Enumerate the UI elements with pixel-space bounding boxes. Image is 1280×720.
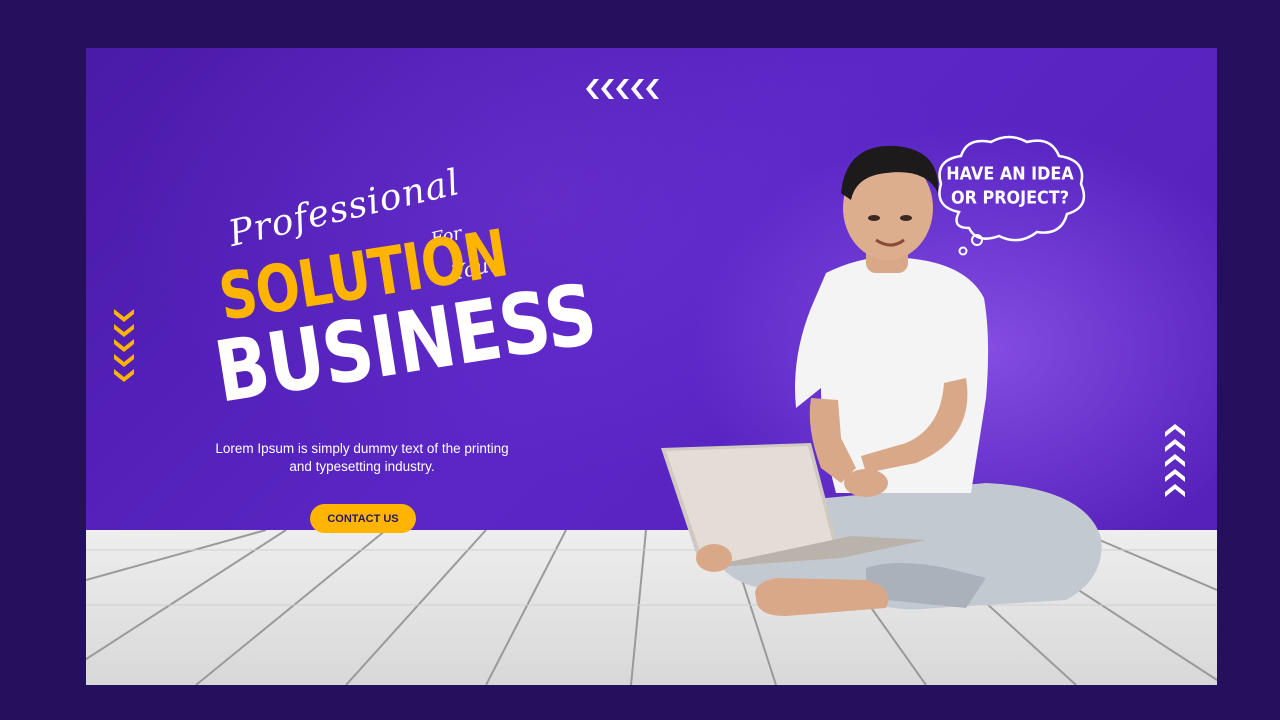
web-banner: Professional For Your SOLUTION BUSINESS … — [86, 48, 1217, 685]
chevrons-left-icon — [586, 79, 659, 99]
contact-us-button[interactable]: CONTACT US — [310, 504, 416, 533]
bubble-text: HAVE AN IDEA OR PROJECT? — [938, 162, 1082, 210]
bubble-line-1: HAVE AN IDEA — [946, 162, 1074, 184]
chevrons-down-icon — [114, 309, 134, 382]
body-text: Lorem Ipsum is simply dummy text of the … — [215, 441, 509, 474]
chevrons-up-icon — [1165, 424, 1185, 497]
bubble-line-2: OR PROJECT? — [951, 187, 1069, 208]
